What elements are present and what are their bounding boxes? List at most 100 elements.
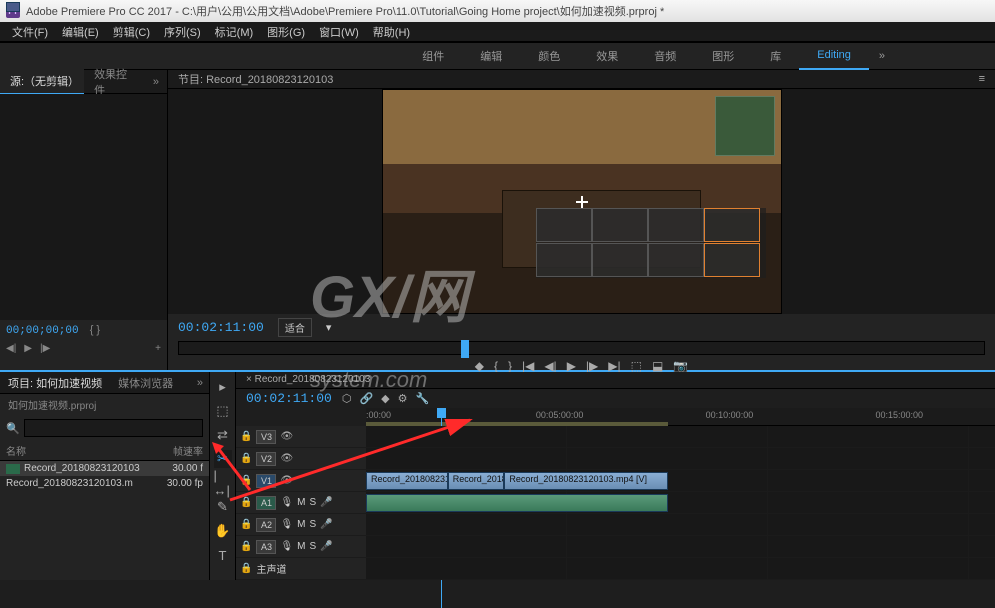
tab-source[interactable]: 源:（无剪辑） [0,69,84,94]
type-tool-icon[interactable]: T [214,546,232,564]
go-in-icon[interactable]: |◀ [522,359,534,373]
lock-icon[interactable]: 🔒 [240,431,252,442]
video-clip[interactable]: Record_20180823120 [366,472,448,490]
menu-graphics[interactable]: 图形(G) [261,22,311,42]
clip-icon [6,2,20,12]
search-input[interactable] [24,419,203,437]
zoom-fit-dropdown[interactable]: 适合 [278,318,312,337]
menu-window[interactable]: 窗口(W) [313,22,365,42]
track-v3[interactable]: 🔒V3👁 [236,426,366,448]
track-master[interactable]: 🔒主声道 [236,558,366,580]
item-fps: 30.00 f [172,463,203,474]
linked-selection-icon[interactable]: 🔗 [359,392,373,405]
track-v2[interactable]: 🔒V2👁 [236,448,366,470]
ws-overflow-icon[interactable]: » [869,42,895,70]
eye-icon[interactable]: 👁 [280,431,293,442]
mark-in-icon[interactable]: ◀| [6,343,16,354]
ws-effects[interactable]: 效果 [578,42,636,70]
eye-icon[interactable]: 👁 [280,475,293,486]
source-marker-in-out[interactable]: { } [90,324,100,336]
play-icon[interactable]: ▶ [24,343,32,354]
step-fwd-icon[interactable]: |▶ [586,359,598,373]
extract-icon[interactable]: ⬓ [652,359,663,373]
mic-icon[interactable]: 🎤 [320,497,332,508]
ruler-tick: 00:10:00:00 [706,410,754,420]
col-fps[interactable]: 帧速率 [173,443,203,458]
menu-file[interactable]: 文件(F) [6,22,54,42]
lift-icon[interactable]: ⬚ [631,359,642,373]
lock-icon[interactable]: 🔒 [240,519,252,530]
mark-out-icon[interactable]: |▶ [40,343,50,354]
mic-icon[interactable]: 🎤 [320,519,332,530]
pen-tool-icon[interactable]: ✎ [214,498,232,516]
hand-tool-icon[interactable]: ✋ [214,522,232,540]
video-clip[interactable]: Record_20180823120103.mp4 [V] [504,472,668,490]
lock-icon[interactable]: 🔒 [240,497,252,508]
program-scrubber[interactable] [178,341,985,355]
lock-icon[interactable]: 🔒 [240,563,252,574]
col-name[interactable]: 名称 [6,443,173,458]
selection-tool-icon[interactable]: ▸ [214,378,232,396]
time-ruler[interactable]: :00:00 00:05:00:00 00:10:00:00 00:15:00:… [366,408,995,426]
track-v1[interactable]: 🔒V1👁 [236,470,366,492]
source-monitor [0,94,167,320]
bin-item-clip[interactable]: Record_20180823120103.m 30.00 fp [0,476,209,491]
track-select-tool-icon[interactable]: ⬚ [214,402,232,420]
lock-icon[interactable]: 🔒 [240,453,252,464]
razor-tool-icon[interactable]: ✂ [214,450,232,468]
wrench-icon[interactable]: 🔧 [415,392,429,405]
mark-in-icon[interactable]: { [494,359,498,373]
settings-icon[interactable]: ⚙ [398,392,408,405]
program-tab[interactable]: 节目: Record_20180823120103 [178,71,333,87]
mark-out-icon[interactable]: } [508,359,512,373]
tab-media-browser[interactable]: 媒体浏览器 [110,372,181,394]
track-a1[interactable]: 🔒A1🎙MS🎤 [236,492,366,514]
video-clip[interactable]: Record_20180 [448,472,505,490]
timeline-timecode[interactable]: 00:02:11:00 [246,391,332,406]
ws-audio[interactable]: 音频 [636,42,694,70]
menu-help[interactable]: 帮助(H) [367,22,416,42]
panel-menu-icon[interactable]: » [191,374,209,392]
ws-edit[interactable]: 编辑 [462,42,520,70]
slip-tool-icon[interactable]: |↔| [214,474,232,492]
menu-marker[interactable]: 标记(M) [209,22,260,42]
add-marker-icon[interactable]: + [155,343,161,354]
menu-clip[interactable]: 剪辑(C) [107,22,156,42]
export-frame-icon[interactable]: 📷 [673,359,688,373]
source-timecode[interactable]: 00;00;00;00 [6,325,79,337]
menu-sequence[interactable]: 序列(S) [158,22,207,42]
marker-icon[interactable]: ◆ [381,392,389,405]
go-out-icon[interactable]: ▶| [608,359,620,373]
inventory-panel [536,208,766,278]
ripple-tool-icon[interactable]: ⇄ [214,426,232,444]
program-timecode[interactable]: 00:02:11:00 [178,320,264,335]
play-icon[interactable]: ▶ [567,359,576,373]
playhead-icon[interactable] [461,340,469,358]
ws-assembly[interactable]: 组件 [404,42,462,70]
tab-project[interactable]: 项目: 如何加速视频 [0,372,110,394]
lock-icon[interactable]: 🔒 [240,541,252,552]
add-marker-icon[interactable]: ◆ [475,359,484,373]
lock-icon[interactable]: 🔒 [240,475,252,486]
track-a3[interactable]: 🔒A3🎙MS🎤 [236,536,366,558]
timeline-panel: ▸ ⬚ ⇄ ✂ |↔| ✎ ✋ T × Record_2018082312010… [210,372,995,580]
bin-item-sequence[interactable]: Record_20180823120103 30.00 f [0,461,209,476]
track-a2[interactable]: 🔒A2🎙MS🎤 [236,514,366,536]
snap-icon[interactable]: ⬡ [342,392,352,405]
panel-menu-icon[interactable]: » [145,72,167,92]
zoom-dropdown-icon[interactable]: ▾ [326,321,332,334]
ws-editing[interactable]: Editing [799,42,869,70]
sequence-name[interactable]: Record_20180823120103 [255,374,371,385]
ws-graphics[interactable]: 图形 [694,42,752,70]
program-monitor[interactable] [168,89,995,314]
ws-color[interactable]: 颜色 [520,42,578,70]
ws-library[interactable]: 库 [752,42,799,70]
panel-menu-icon[interactable]: ≡ [979,73,985,85]
mic-icon[interactable]: 🎤 [320,541,332,552]
program-panel: 节目: Record_20180823120103 ≡ 00:02:11:00 … [168,70,995,370]
track-content[interactable]: Record_20180823120 Record_20180 Record_2… [366,426,995,580]
eye-icon[interactable]: 👁 [280,453,293,464]
audio-clip[interactable] [366,494,668,512]
menu-edit[interactable]: 编辑(E) [56,22,105,42]
step-back-icon[interactable]: ◀| [544,359,556,373]
